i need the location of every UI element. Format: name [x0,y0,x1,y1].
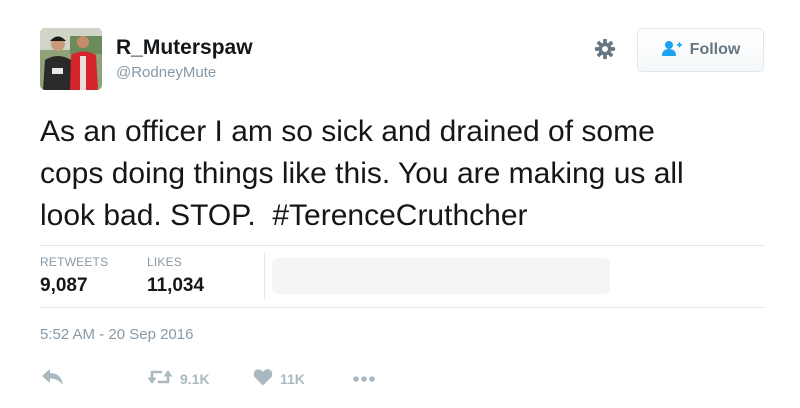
retweet-button[interactable]: 9.1K [147,367,210,391]
tweet-card: R_Muterspaw @RodneyMute Follow As an off… [0,0,800,408]
avatar[interactable] [40,28,102,90]
like-button[interactable]: 11K [253,367,305,391]
retweets-label: RETWEETS [40,255,109,269]
liker-avatars-redacted [272,258,610,294]
more-icon [352,370,376,388]
reply-icon [41,368,65,391]
tweet-timestamp[interactable]: 5:52 AM - 20 Sep 2016 [40,326,193,343]
user-display-name[interactable]: R_Muterspaw [116,36,253,60]
add-user-icon [661,40,683,61]
divider [40,307,765,308]
heart-icon [253,368,273,391]
retweets-stat[interactable]: RETWEETS 9,087 [40,255,108,297]
stats-separator [264,253,265,299]
likes-stat[interactable]: LIKES 11,034 [147,255,204,297]
divider [40,245,765,246]
user-handle[interactable]: @RodneyMute [116,64,216,81]
follow-button-label: Follow [689,41,741,58]
reply-button[interactable] [41,367,65,391]
retweets-count: 9,087 [40,275,88,296]
follow-button[interactable]: Follow [637,28,764,72]
likes-count: 11,034 [147,275,205,296]
tweet-text: As an officer I am so sick and drained o… [40,115,684,232]
retweet-count: 9.1K [180,371,210,387]
likes-label: LIKES [147,255,183,269]
more-button[interactable] [352,367,376,391]
like-count: 11K [280,371,305,387]
gear-icon[interactable] [594,38,616,60]
avatar-photo [40,28,102,90]
retweet-icon [147,368,173,391]
